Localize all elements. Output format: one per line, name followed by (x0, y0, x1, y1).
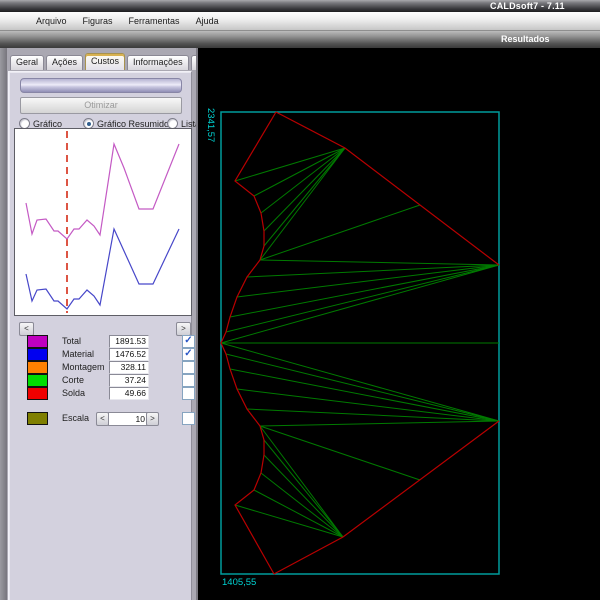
bend-line (259, 420, 500, 427)
scale-value-field[interactable]: 10 (108, 412, 148, 426)
legend-label: Material (62, 349, 95, 359)
results-title: Resultados (501, 34, 550, 44)
scale-row: Escala < 10 > (9, 412, 195, 426)
legend-label: Montagem (62, 362, 105, 372)
color-swatch (27, 387, 48, 400)
tab-geral[interactable]: Geral (10, 55, 45, 70)
cost-chart-svg (25, 131, 180, 313)
scale-label: Escala (62, 413, 90, 423)
bend-line (263, 454, 344, 538)
menu-item-ajuda[interactable]: Ajuda (196, 16, 219, 26)
bend-line (259, 259, 500, 266)
scale-checkbox[interactable] (182, 412, 195, 425)
chart-scroll-right-button[interactable]: > (176, 322, 191, 336)
menu-item-ferramentas[interactable]: Ferramentas (129, 16, 180, 26)
legend-row-corte: Corte 37.24 (9, 374, 195, 387)
outline-bottom-right (273, 420, 500, 575)
app-window: CALDsoft7 - 7.11 Arquivo Figuras Ferrament… (0, 0, 600, 600)
series-checkbox[interactable]: ✓ (182, 335, 195, 348)
scale-increment-button[interactable]: > (146, 412, 159, 426)
bend-line (253, 489, 344, 538)
bend-line (234, 504, 344, 538)
series-checkbox[interactable] (182, 374, 195, 387)
tab-acoes[interactable]: Ações (46, 55, 84, 70)
bend-line (259, 425, 421, 481)
bend-line (236, 264, 500, 298)
cost-value-field[interactable]: 1476.52 (109, 348, 149, 361)
color-swatch (27, 335, 48, 348)
results-header: Resultados (0, 31, 600, 49)
bend-line (225, 264, 500, 333)
progress-bar (20, 78, 182, 93)
cost-value-field[interactable]: 328.11 (109, 361, 149, 374)
series-checkbox[interactable]: ✓ (182, 348, 195, 361)
chart-series-total (25, 141, 180, 240)
bend-line (253, 147, 346, 197)
bend-line (263, 439, 344, 538)
legend-row-montagem: Montagem 328.11 (9, 361, 195, 374)
cost-chart (14, 128, 192, 316)
drawing-canvas[interactable]: 2341,57 1405,55 (196, 48, 600, 600)
menu-item-figuras[interactable]: Figuras (83, 16, 113, 26)
color-swatch (27, 374, 48, 387)
cost-value-field[interactable]: 1891.53 (109, 335, 149, 348)
menu-bar: Arquivo Figuras Ferramentas Ajuda (0, 12, 600, 31)
color-swatch (27, 361, 48, 374)
bend-line (229, 368, 500, 422)
menu-item-arquivo[interactable]: Arquivo (36, 16, 67, 26)
bend-line (263, 147, 346, 247)
bend-line (225, 353, 500, 422)
window-title: CALDsoft7 - 7.11 (490, 1, 565, 11)
bend-line (229, 264, 500, 318)
side-panel: GeralAçõesCustosInformaçõesOpções Otimiz… (0, 48, 234, 600)
series-checkbox[interactable] (182, 361, 195, 374)
cost-value-field[interactable]: 49.66 (109, 387, 149, 400)
bend-line (236, 388, 500, 422)
legend-row-total: Total 1891.53 ✓ (9, 335, 195, 348)
legend-label: Total (62, 336, 82, 346)
tab-informacoes[interactable]: Informações (127, 55, 189, 70)
legend-label: Solda (62, 388, 86, 398)
legend-row-solda: Solda 49.66 (9, 387, 195, 400)
chart-mode-radios: Gráfico Gráfico Resumido Lista (13, 115, 200, 130)
chart-scroll-left-button[interactable]: < (19, 322, 34, 336)
legend-row-material: Material 1476.52 ✓ (9, 348, 195, 361)
outline-top-right (275, 111, 500, 266)
optimize-button[interactable]: Otimizar (20, 97, 182, 114)
tab-custos[interactable]: Custos (85, 53, 126, 70)
legend-label: Corte (62, 375, 85, 385)
bend-line (259, 204, 421, 261)
sheet-height-label: 2341,57 (205, 108, 216, 142)
development-drawing: 2341,57 1405,55 (205, 108, 500, 588)
chart-series-material (25, 227, 180, 310)
series-checkbox[interactable] (182, 387, 195, 400)
window-frame (0, 48, 7, 600)
color-swatch (27, 348, 48, 361)
sheet-width-label: 1405,55 (222, 577, 256, 588)
scale-color-swatch (27, 412, 48, 425)
costs-group-box: Otimizar Gráfico Gráfico Resumido Lista < … (8, 71, 200, 600)
cost-value-field[interactable]: 37.24 (109, 374, 149, 387)
